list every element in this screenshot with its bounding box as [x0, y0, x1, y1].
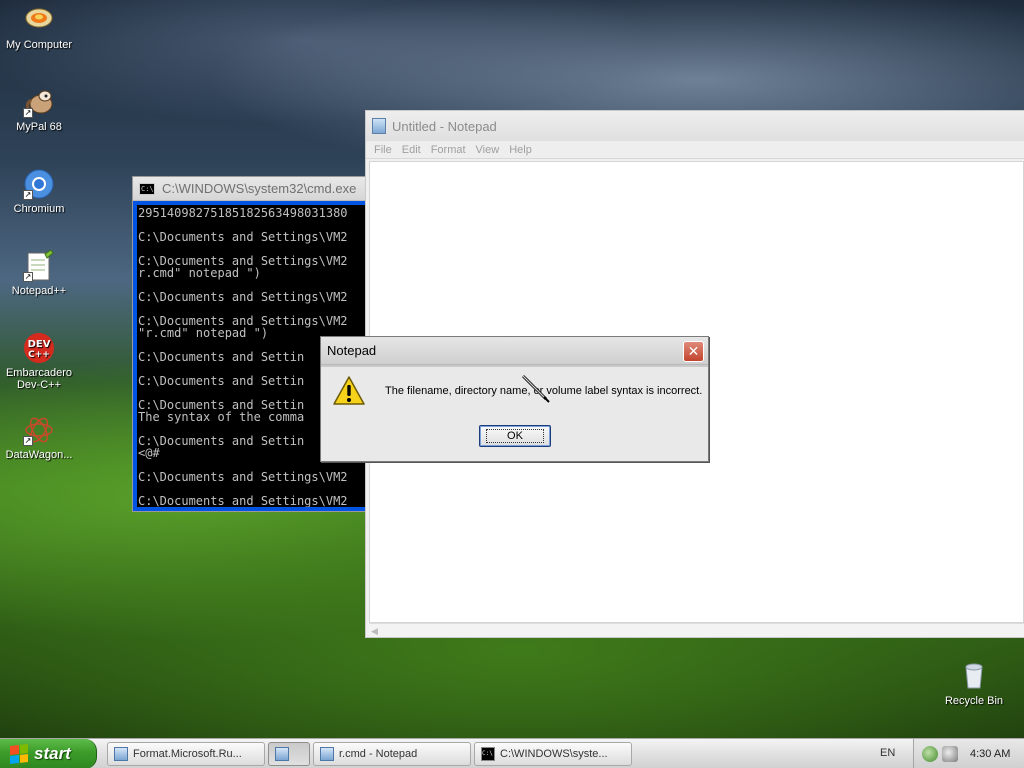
cmd-icon: C:\ [139, 182, 155, 195]
dialog-close-button[interactable]: ✕ [683, 341, 704, 362]
datawagon-icon: ↗ [23, 414, 55, 446]
desktop-icon-mypal[interactable]: ↗ MyPal 68 [0, 86, 78, 133]
language-indicator[interactable]: EN [880, 747, 895, 759]
svg-text:C++: C++ [28, 350, 50, 360]
ok-button-label: OK [486, 429, 544, 443]
notepad-icon [275, 747, 289, 761]
windows-logo-icon [10, 744, 28, 764]
menu-file[interactable]: File [370, 144, 398, 156]
notepad-icon [320, 747, 334, 761]
shortcut-arrow-icon: ↗ [23, 190, 33, 200]
my-computer-icon [23, 4, 55, 36]
taskbar-item-active[interactable] [268, 742, 310, 766]
cmd-title: C:\WINDOWS\system32\cmd.exe [162, 181, 357, 196]
desktop-icon-chromium[interactable]: ↗ Chromium [0, 168, 78, 215]
taskbar: start Format.Microsoft.Ru... r.cmd - Not… [0, 738, 1024, 768]
menu-format[interactable]: Format [427, 144, 472, 156]
mypal-icon: ↗ [23, 86, 55, 118]
task-label: C:\WINDOWS\syste... [500, 748, 608, 760]
warning-icon [333, 375, 365, 407]
svg-text:DEV: DEV [28, 339, 51, 350]
desktop: My Computer ↗ MyPal 68 ↗ Chromium ↗ Note… [0, 0, 1024, 738]
start-label: start [34, 744, 71, 763]
error-dialog[interactable]: Notepad ✕ The filename, directory name, … [320, 336, 709, 462]
menu-help[interactable]: Help [505, 144, 538, 156]
security-shield-icon[interactable] [922, 746, 938, 762]
menu-edit[interactable]: Edit [398, 144, 427, 156]
cmd-icon: C:\ [481, 747, 495, 761]
notepad-title: Untitled - Notepad [392, 118, 497, 134]
dialog-title: Notepad [327, 343, 377, 358]
volume-icon[interactable] [942, 746, 958, 762]
taskbar-item-cmd[interactable]: C:\ C:\WINDOWS\syste... [474, 742, 632, 766]
cmd-titlebar[interactable]: C:\ C:\WINDOWS\system32\cmd.exe [133, 177, 371, 201]
notepad-icon [372, 118, 386, 134]
desktop-icon-recycle-bin[interactable]: Recycle Bin [935, 660, 1013, 707]
desktop-icon-datawagon[interactable]: ↗ DataWagon... [0, 414, 78, 461]
devcpp-icon: DEV C++ [23, 332, 55, 364]
system-tray: 4:30 AM [913, 739, 1024, 768]
shortcut-arrow-icon: ↗ [23, 436, 33, 446]
shortcut-arrow-icon: ↗ [23, 272, 33, 282]
clock[interactable]: 4:30 AM [970, 748, 1010, 760]
taskbar-item-rcmd-notepad[interactable]: r.cmd - Notepad [313, 742, 471, 766]
recycle-bin-icon [958, 660, 990, 692]
shortcut-arrow-icon: ↗ [23, 108, 33, 118]
ok-button[interactable]: OK [479, 425, 551, 447]
scroll-left-icon[interactable]: ◀ [371, 626, 381, 636]
notepad-icon [114, 747, 128, 761]
notepad-menu-bar: File Edit Format View Help [366, 141, 1024, 159]
desktop-icon-devcpp[interactable]: DEV C++ Embarcadero Dev-C++ [0, 332, 78, 391]
notepad-titlebar[interactable]: Untitled - Notepad [366, 111, 1024, 141]
notepadpp-icon: ↗ [23, 249, 55, 282]
notepad-horizontal-scrollbar[interactable]: ◀ [369, 623, 1024, 637]
task-label: Format.Microsoft.Ru... [133, 748, 242, 760]
dialog-message: The filename, directory name, or volume … [385, 385, 703, 397]
chromium-icon: ↗ [23, 168, 55, 200]
task-label: r.cmd - Notepad [339, 748, 418, 760]
start-button[interactable]: start [0, 739, 97, 768]
desktop-icon-my-computer[interactable]: My Computer [0, 4, 78, 51]
taskbar-item-format[interactable]: Format.Microsoft.Ru... [107, 742, 265, 766]
dialog-titlebar[interactable]: Notepad [321, 337, 708, 365]
menu-view[interactable]: View [472, 144, 506, 156]
desktop-icon-notepadpp[interactable]: ↗ Notepad++ [0, 249, 78, 297]
